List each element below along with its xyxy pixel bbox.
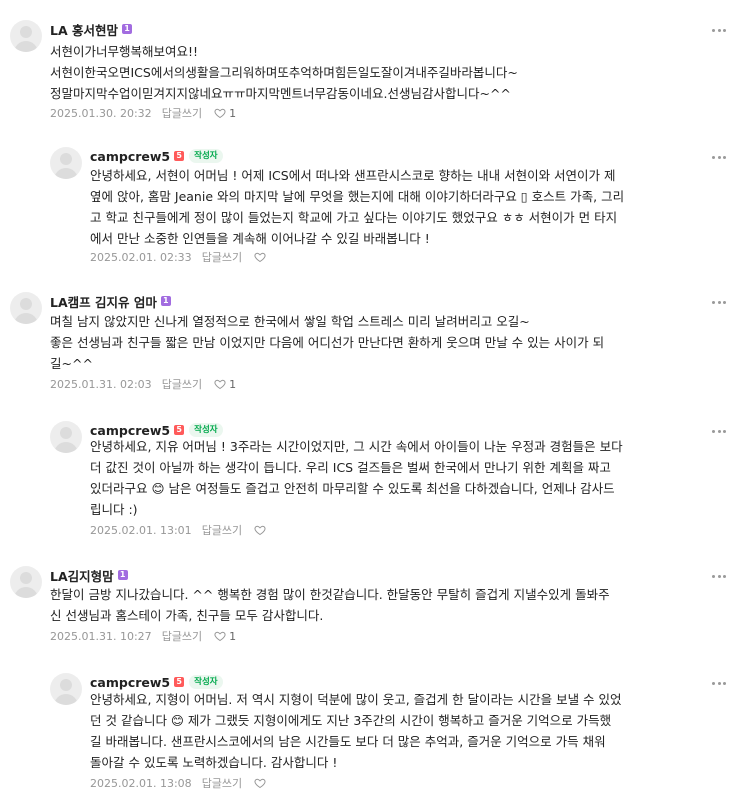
comment-meta: 2025.01.30. 20:32 답글쓰기 1: [50, 105, 236, 121]
comment-date: 2025.01.30. 20:32: [50, 106, 152, 120]
like-button[interactable]: [254, 251, 266, 263]
comment-meta: 2025.02.01. 13:01 답글쓰기: [90, 522, 266, 538]
comment-item: LA캠프 김지유 엄마 1 며칠 남지 않았지만 신나게 열정적으로 한국에서 …: [0, 275, 748, 400]
writer-badge: 작성자: [189, 149, 223, 163]
reply-button[interactable]: 답글쓰기: [202, 522, 242, 538]
member-level-icon: 1: [122, 24, 132, 34]
comment-text: 서현이가너무행복해보여요!! 서현이한국오면ICS에서의생활을그리워하며또추억하…: [50, 41, 518, 104]
comment-text: 안녕하세요, 지유 어머님 ! 3주라는 시간이었지만, 그 시간 속에서 아이…: [90, 436, 623, 520]
comment-header: LA김지형맘 1: [50, 566, 128, 584]
comment-meta: 2025.02.01. 13:08 답글쓰기: [90, 775, 266, 791]
member-level-icon: 1: [117, 570, 128, 580]
comment-line: 서현이한국오면ICS에서의생활을그리워하며또추억하며힘든일도잘이겨내주길바라봅니…: [50, 65, 518, 80]
comment-date: 2025.02.01. 13:08: [90, 776, 192, 790]
heart-icon: [214, 108, 226, 119]
comment-line: 안녕하세요, 지형이 어머님. 저 역시 지형이 덕분에 많이 웃고, 즐겁게 …: [90, 692, 622, 707]
comment-line: 립니다 :): [90, 502, 138, 517]
comment-text: 안녕하세요, 지형이 어머님. 저 역시 지형이 덕분에 많이 웃고, 즐겁게 …: [90, 689, 622, 773]
comment-line: 좋은 선생님과 친구들 짧은 만남 이었지만 다음에 어디선가 만난다면 환하게…: [50, 335, 605, 350]
more-dots-icon[interactable]: [712, 29, 726, 33]
reply-button[interactable]: 답글쓰기: [202, 775, 242, 791]
reply-button[interactable]: 답글쓰기: [162, 628, 202, 644]
more-dots-icon[interactable]: [712, 301, 726, 305]
avatar[interactable]: [10, 566, 42, 598]
comment-text: 안녕하세요, 서현이 어머님 ! 어제 ICS에서 떠나와 샌프란시스코로 향하…: [90, 165, 624, 249]
comment-line: 안녕하세요, 지유 어머님 ! 3주라는 시간이었지만, 그 시간 속에서 아이…: [90, 439, 623, 454]
comment-meta: 2025.01.31. 02:03 답글쓰기 1: [50, 376, 236, 392]
author-nickname[interactable]: LA김지형맘: [50, 566, 114, 585]
comment-line: 신 선생님과 홈스테이 가족, 친구들 모두 감사합니다.: [50, 608, 324, 623]
like-count: 1: [229, 106, 237, 120]
like-count: 1: [229, 377, 237, 391]
more-dots-icon[interactable]: [712, 575, 726, 579]
like-button[interactable]: 1: [214, 630, 236, 643]
like-count: 1: [229, 629, 237, 643]
staff-level-icon: 5: [174, 425, 185, 435]
comment-line: 안녕하세요, 서현이 어머님 ! 어제 ICS에서 떠나와 샌프란시스코로 향하…: [90, 168, 616, 183]
comment-date: 2025.01.31. 02:03: [50, 377, 152, 391]
like-button[interactable]: [254, 777, 266, 789]
avatar[interactable]: [50, 147, 82, 179]
comment-line: 길 바래봅니다. 샌프란시스코에서의 남은 시간들도 보다 더 많은 추억과, …: [90, 734, 606, 749]
author-nickname[interactable]: campcrew5: [90, 675, 170, 690]
comment-text: 한달이 금방 지나갔습니다. ^^ 행복한 경험 많이 한것같습니다. 한달동안…: [50, 584, 610, 626]
heart-icon: [254, 778, 266, 789]
comment-text: 며칠 남지 않았지만 신나게 열정적으로 한국에서 쌓일 학업 스트레스 미리 …: [50, 311, 604, 374]
like-button[interactable]: 1: [214, 107, 236, 120]
comment-date: 2025.02.01. 02:33: [90, 250, 192, 264]
author-nickname[interactable]: LA캠프 김지유 엄마: [50, 292, 157, 311]
comment-line: 며칠 남지 않았지만 신나게 열정적으로 한국에서 쌓일 학업 스트레스 미리 …: [50, 314, 530, 329]
reply-button[interactable]: 답글쓰기: [202, 249, 242, 265]
comment-item: LA 홍서현맘 1 서현이가너무행복해보여요!! 서현이한국오면ICS에서의생활…: [0, 0, 748, 125]
writer-badge: 작성자: [189, 423, 223, 437]
comment-line: 있더라구요 😊 남은 여정들도 즐겁고 안전히 마무리할 수 있도록 최선을 다…: [90, 481, 615, 496]
comment-line: 고 학교 친구들에게 정이 많이 들었는지 학교에 가고 싶다는 이야기도 했었…: [90, 210, 618, 225]
comment-line: 옆에 앉아, 홈맘 Jeanie 와의 마지막 날에 무엇을 했는지에 대해 이…: [90, 189, 625, 204]
author-nickname[interactable]: campcrew5: [90, 149, 170, 164]
author-nickname[interactable]: LA 홍서현맘: [50, 20, 118, 39]
comment-line: 정말마지막수업이믿겨지지않네요ㅠㅠ마지막멘트너무감동이네요.선생님감사합니다~^…: [50, 86, 511, 101]
comment-line: 더 값진 것이 아닐까 하는 생각이 듭니다. 우리 ICS 걸즈들은 벌써 한…: [90, 460, 611, 475]
avatar[interactable]: [50, 673, 82, 705]
comment-meta: 2025.01.31. 10:27 답글쓰기 1: [50, 628, 236, 644]
comment-date: 2025.01.31. 10:27: [50, 629, 152, 643]
heart-icon: [214, 379, 226, 390]
comment-item: LA김지형맘 1 한달이 금방 지나갔습니다. ^^ 행복한 경험 많이 한것같…: [0, 550, 748, 653]
comment-line: 한달이 금방 지나갔습니다. ^^ 행복한 경험 많이 한것같습니다. 한달동안…: [50, 587, 610, 602]
heart-icon: [214, 631, 226, 642]
comment-line: 길~^^: [50, 356, 93, 371]
writer-badge: 작성자: [189, 675, 223, 689]
staff-level-icon: 5: [174, 677, 185, 687]
like-button[interactable]: 1: [214, 378, 236, 391]
member-level-icon: 1: [160, 296, 171, 306]
more-dots-icon[interactable]: [712, 156, 726, 160]
reply-item: campcrew5 5 작성자 안녕하세요, 지유 어머님 ! 3주라는 시간이…: [0, 400, 748, 550]
comment-header: LA 홍서현맘 1: [50, 20, 132, 38]
more-dots-icon[interactable]: [712, 682, 726, 686]
avatar[interactable]: [10, 20, 42, 52]
comment-line: 돌아갈 수 있도록 노력하겠습니다. 감사합니다 !: [90, 755, 338, 770]
comment-line: 서현이가너무행복해보여요!!: [50, 44, 199, 59]
like-button[interactable]: [254, 524, 266, 536]
comment-header: LA캠프 김지유 엄마 1: [50, 292, 171, 310]
more-dots-icon[interactable]: [712, 430, 726, 434]
comment-date: 2025.02.01. 13:01: [90, 523, 192, 537]
comment-line: 에서 만난 소중한 인연들을 계속해 이어나갈 수 있길 바래봅니다 !: [90, 231, 430, 246]
comment-meta: 2025.02.01. 02:33 답글쓰기: [90, 249, 266, 265]
heart-icon: [254, 252, 266, 263]
reply-button[interactable]: 답글쓰기: [162, 105, 202, 121]
comment-header: campcrew5 5 작성자: [90, 147, 223, 165]
staff-level-icon: 5: [174, 151, 185, 161]
reply-item: campcrew5 5 작성자 안녕하세요, 서현이 어머님 ! 어제 ICS에…: [0, 125, 748, 275]
avatar[interactable]: [10, 292, 42, 324]
reply-item: campcrew5 5 작성자 안녕하세요, 지형이 어머님. 저 역시 지형이…: [0, 653, 748, 800]
reply-button[interactable]: 답글쓰기: [162, 376, 202, 392]
comment-line: 던 것 같습니다 😊 제가 그랬듯 지형이에게도 지난 3주간의 시간이 행복하…: [90, 713, 612, 728]
avatar[interactable]: [50, 421, 82, 453]
heart-icon: [254, 525, 266, 536]
